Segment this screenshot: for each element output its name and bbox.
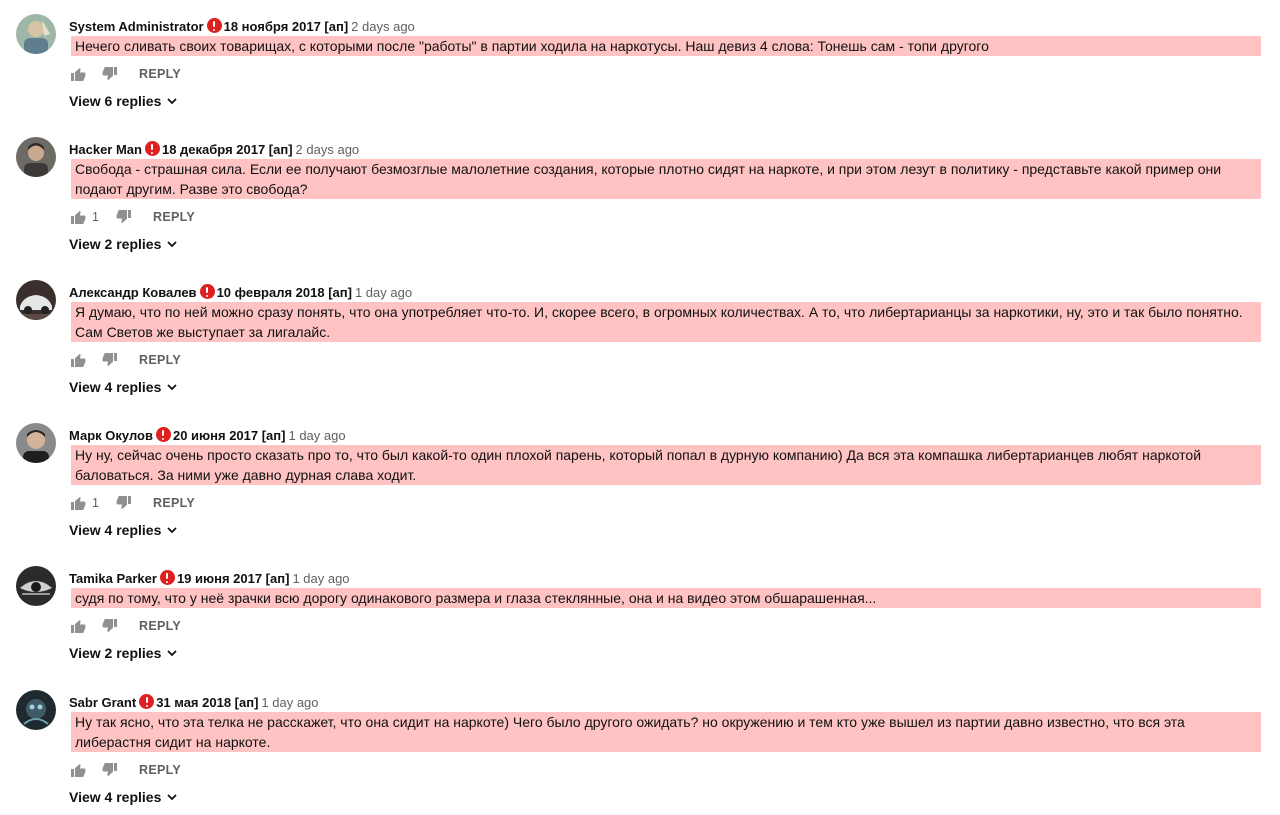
thumbs-down-icon[interactable]	[116, 209, 132, 225]
author-name[interactable]: Hacker Man	[69, 142, 142, 157]
comment-actions: REPLY	[70, 761, 181, 779]
like-count: 1	[92, 496, 99, 510]
reply-button[interactable]: REPLY	[139, 619, 181, 633]
comment-text: Свобода - страшная сила. Если ее получаю…	[71, 159, 1261, 199]
thumbs-up-icon[interactable]	[70, 618, 86, 634]
avatar[interactable]	[16, 137, 56, 177]
thumbs-up-icon[interactable]	[70, 762, 86, 778]
view-replies-button[interactable]: View 2 replies	[69, 236, 178, 252]
avatar[interactable]	[16, 566, 56, 606]
chevron-down-icon	[167, 650, 177, 657]
timestamp[interactable]: 1 day ago	[355, 285, 412, 300]
warning-icon	[144, 141, 160, 156]
timestamp[interactable]: 2 days ago	[351, 19, 415, 34]
author-name[interactable]: Sabr Grant	[69, 695, 136, 710]
account-date: 10 февраля 2018 [ап]	[216, 285, 352, 300]
warning-icon	[155, 427, 171, 442]
avatar[interactable]	[16, 690, 56, 730]
avatar[interactable]	[16, 280, 56, 320]
timestamp[interactable]: 1 day ago	[292, 571, 349, 586]
comment-text: судя по тому, что у неё зрачки всю дорог…	[71, 588, 1261, 608]
view-replies-label: View 4 replies	[69, 379, 162, 395]
thumbs-up-icon[interactable]	[70, 352, 86, 368]
thumbs-up-icon[interactable]	[70, 495, 86, 511]
comment-header: Александр Ковалев 10 февраля 2018 [ап] 1 d…	[69, 284, 412, 301]
view-replies-button[interactable]: View 4 replies	[69, 522, 178, 538]
comment-text: Ну так ясно, что эта телка не расскажет,…	[71, 712, 1261, 752]
view-replies-button[interactable]: View 4 replies	[69, 789, 178, 805]
author-name[interactable]: Александр Ковалев	[69, 285, 197, 300]
warning-icon	[206, 18, 222, 33]
warning-icon	[139, 694, 155, 709]
warning-icon	[199, 284, 215, 299]
comment-header: Sabr Grant 31 мая 2018 [ап] 1 day ago	[69, 694, 319, 711]
timestamp[interactable]: 1 day ago	[288, 428, 345, 443]
view-replies-button[interactable]: View 4 replies	[69, 379, 178, 395]
thumbs-up-icon[interactable]	[70, 209, 86, 225]
comment-text: Я думаю, что по ней можно сразу понять, …	[71, 302, 1261, 342]
chevron-down-icon	[167, 794, 177, 801]
thumbs-down-icon[interactable]	[102, 66, 118, 82]
account-date: 31 мая 2018 [ап]	[156, 695, 259, 710]
account-date: 18 ноября 2017 [ап]	[223, 19, 349, 34]
warning-icon	[159, 570, 175, 585]
comment-header: Hacker Man 18 декабря 2017 [ап] 2 days ago	[69, 141, 359, 158]
thumbs-down-icon[interactable]	[102, 352, 118, 368]
thumbs-down-icon[interactable]	[102, 762, 118, 778]
comment-actions: 1 REPLY	[70, 494, 195, 512]
comment-actions: 1 REPLY	[70, 208, 195, 226]
timestamp[interactable]: 1 day ago	[261, 695, 318, 710]
view-replies-button[interactable]: View 6 replies	[69, 93, 178, 109]
reply-button[interactable]: REPLY	[139, 353, 181, 367]
chevron-down-icon	[167, 241, 177, 248]
reply-button[interactable]: REPLY	[139, 763, 181, 777]
chevron-down-icon	[167, 98, 177, 105]
view-replies-label: View 4 replies	[69, 522, 162, 538]
thumbs-down-icon[interactable]	[116, 495, 132, 511]
avatar[interactable]	[16, 423, 56, 463]
comment-text: Ну ну, сейчас очень просто сказать про т…	[71, 445, 1261, 485]
account-date: 19 июня 2017 [ап]	[176, 571, 290, 586]
comment-header: Tamika Parker 19 июня 2017 [ап] 1 day ago	[69, 570, 350, 587]
like-count: 1	[92, 210, 99, 224]
thumbs-up-icon[interactable]	[70, 66, 86, 82]
thumbs-down-icon[interactable]	[102, 618, 118, 634]
comment-actions: REPLY	[70, 351, 181, 369]
comment-actions: REPLY	[70, 65, 181, 83]
timestamp[interactable]: 2 days ago	[296, 142, 360, 157]
reply-button[interactable]: REPLY	[153, 496, 195, 510]
comment-actions: REPLY	[70, 617, 181, 635]
reply-button[interactable]: REPLY	[139, 67, 181, 81]
account-date: 18 декабря 2017 [ап]	[161, 142, 293, 157]
reply-button[interactable]: REPLY	[153, 210, 195, 224]
chevron-down-icon	[167, 527, 177, 534]
chevron-down-icon	[167, 384, 177, 391]
avatar[interactable]	[16, 14, 56, 54]
view-replies-button[interactable]: View 2 replies	[69, 645, 178, 661]
comment-text: Нечего сливать своих товарищах, с которы…	[71, 36, 1261, 56]
account-date: 20 июня 2017 [ап]	[172, 428, 286, 443]
comment-header: System Administrator 18 ноября 2017 [ап] 2…	[69, 18, 415, 35]
view-replies-label: View 4 replies	[69, 789, 162, 805]
author-name[interactable]: System Administrator	[69, 19, 204, 34]
author-name[interactable]: Марк Окулов	[69, 428, 153, 443]
author-name[interactable]: Tamika Parker	[69, 571, 157, 586]
view-replies-label: View 2 replies	[69, 236, 162, 252]
view-replies-label: View 6 replies	[69, 93, 162, 109]
comment-header: Марк Окулов 20 июня 2017 [ап] 1 day ago	[69, 427, 346, 444]
view-replies-label: View 2 replies	[69, 645, 162, 661]
